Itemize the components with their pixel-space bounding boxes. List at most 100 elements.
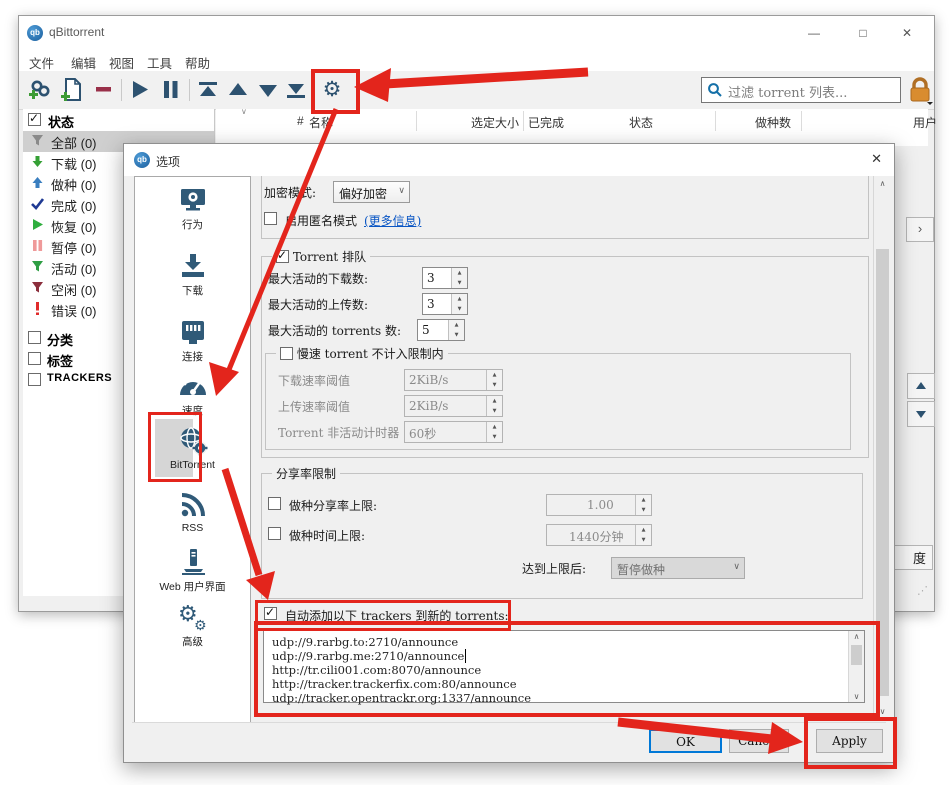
column-name[interactable]: 名称: [309, 114, 333, 131]
scrollbar-thumb[interactable]: [851, 645, 862, 665]
status-section-checkbox[interactable]: [28, 113, 41, 126]
dialog-logo-icon: qb: [134, 152, 150, 168]
error-icon: [31, 302, 44, 315]
encryption-value: 偏好加密: [339, 185, 387, 202]
speedometer-icon: [177, 371, 209, 401]
spinner-arrows: ▲▼: [635, 495, 651, 515]
textarea-scrollbar[interactable]: ∧ ∨: [848, 631, 864, 702]
queueing-checkbox[interactable]: [276, 250, 289, 263]
tracker-url: http://tracker.trackerfix.com:80/announc…: [272, 677, 517, 691]
trackers-checkbox[interactable]: [28, 373, 41, 386]
more-information-link[interactable]: (更多信息): [364, 212, 421, 229]
column-seeds[interactable]: 做种数: [755, 114, 791, 131]
behavior-monitor-icon: [178, 185, 208, 215]
anonymous-mode-checkbox[interactable]: [264, 212, 277, 225]
slow-torrents-checkbox[interactable]: [280, 347, 293, 360]
column-separator: [715, 111, 716, 131]
speed-tab-label: 度: [913, 551, 926, 566]
spin-value: 3: [427, 271, 435, 285]
close-button[interactable]: ✕: [890, 20, 924, 46]
nav-label: Web 用户界面: [135, 579, 250, 594]
options-dialog: qb 选项 ✕ 行为 下载: [123, 143, 895, 763]
pause-button[interactable]: [158, 77, 184, 103]
delete-button[interactable]: [92, 77, 118, 103]
move-down-button[interactable]: [255, 77, 281, 103]
chevron-down-icon: ∨: [398, 186, 405, 196]
torrent-table-header: ∨ # 名称 选定大小 已完成 状态 做种数 用户: [216, 109, 928, 134]
upload-threshold-spinner: 2KiB/s ▲▼: [404, 395, 503, 417]
tags-checkbox[interactable]: [28, 352, 41, 365]
dialog-close-button[interactable]: ✕: [871, 151, 882, 167]
column-completed[interactable]: 已完成: [528, 114, 564, 131]
spinner-arrows[interactable]: ▲▼: [451, 294, 467, 314]
auto-add-trackers-label: 自动添加以下 trackers 到新的 torrents:: [285, 607, 509, 624]
title-bar: qb qBittorrent — □ ✕: [19, 16, 934, 49]
max-torrents-spinner[interactable]: 5 ▲▼: [417, 319, 465, 341]
nav-item-advanced[interactable]: ⚙ ⚙ 高级: [135, 600, 250, 649]
spin-value: 1.00: [587, 498, 614, 512]
seed-ratio-checkbox[interactable]: [268, 497, 281, 510]
scroll-down-icon[interactable]: ∨: [874, 707, 891, 716]
spinner-arrows[interactable]: ▲▼: [448, 320, 464, 340]
search-filter-box[interactable]: 过滤 torrent 列表...: [701, 77, 901, 103]
max-uploads-spinner[interactable]: 3 ▲▼: [422, 293, 468, 315]
resume-button[interactable]: [127, 77, 153, 103]
move-bottom-button[interactable]: [283, 77, 309, 103]
anonymous-mode-label: 启用匿名模式: [285, 212, 357, 229]
menu-bar: 文件 编辑 视图 工具 帮助: [19, 49, 934, 71]
move-up-button[interactable]: [225, 77, 251, 103]
categories-checkbox[interactable]: [28, 331, 41, 344]
column-status[interactable]: 状态: [629, 114, 653, 131]
seed-time-checkbox[interactable]: [268, 527, 281, 540]
maximize-button[interactable]: □: [846, 20, 880, 46]
nav-item-downloads[interactable]: 下载: [135, 251, 250, 298]
dialog-scrollbar[interactable]: ∧ ∨: [873, 176, 891, 719]
scroll-up-button[interactable]: [907, 373, 935, 399]
nav-item-speed[interactable]: 速度: [135, 371, 250, 418]
ethernet-icon: [178, 317, 208, 347]
share-limits-title: 分享率限制: [272, 465, 340, 482]
scrollbar-thumb[interactable]: [876, 249, 889, 696]
nav-item-webui[interactable]: Web 用户界面: [135, 547, 250, 594]
spinner-arrows: ▲▼: [486, 422, 502, 442]
nav-item-rss[interactable]: RSS: [135, 490, 250, 534]
dialog-title: 选项: [156, 153, 180, 170]
nav-item-behavior[interactable]: 行为: [135, 185, 250, 232]
slow-torrents-title-row: 慢速 torrent 不计入限制内: [276, 345, 448, 362]
column-selected-size[interactable]: 选定大小: [471, 114, 519, 131]
spinner-arrows: ▲▼: [486, 396, 502, 416]
add-torrent-link-button[interactable]: [27, 77, 53, 103]
cancel-button[interactable]: Cancel: [729, 729, 789, 753]
column-expander-button[interactable]: ›: [906, 217, 934, 242]
apply-button[interactable]: Apply: [816, 729, 883, 753]
sort-indicator-icon[interactable]: ∨: [241, 107, 247, 116]
nav-item-connection[interactable]: 连接: [135, 317, 250, 364]
spinner-arrows[interactable]: ▲▼: [451, 268, 467, 288]
nav-item-bittorrent[interactable]: BitTorrent: [135, 425, 250, 471]
categories-label: 分类: [47, 330, 73, 349]
trackers-textarea[interactable]: udp://9.rarbg.to:2710/announce udp://9.r…: [263, 630, 865, 703]
download-threshold-label: 下载速率阈值: [278, 372, 350, 389]
tracker-url: http://tr.cili001.com:8070/announce: [272, 663, 481, 677]
scroll-down-button[interactable]: [907, 401, 935, 427]
ok-button[interactable]: OK: [649, 729, 722, 753]
scroll-up-icon[interactable]: ∧: [874, 179, 891, 188]
add-torrent-file-button[interactable]: [59, 77, 85, 103]
options-gear-button[interactable]: ⚙: [319, 77, 345, 103]
minimize-button[interactable]: —: [797, 20, 831, 46]
tracker-url: udp://tracker.opentrackr.org:1337/announ…: [272, 691, 531, 705]
scroll-up-icon[interactable]: ∧: [849, 632, 864, 641]
resize-grip[interactable]: ⋰: [917, 584, 928, 597]
encryption-dropdown[interactable]: 偏好加密 ∨: [333, 181, 410, 203]
scroll-down-icon[interactable]: ∨: [849, 692, 864, 701]
funnel-icon: [31, 281, 44, 294]
inactivity-timer-label: Torrent 非活动计时器: [278, 424, 399, 441]
dialog-title-bar: qb 选项 ✕: [124, 144, 894, 176]
auto-add-trackers-checkbox[interactable]: [264, 607, 277, 620]
tags-label: 标签: [47, 351, 73, 370]
column-number[interactable]: #: [297, 114, 304, 128]
move-top-button[interactable]: [195, 77, 221, 103]
lock-icon[interactable]: [907, 76, 933, 106]
max-downloads-spinner[interactable]: 3 ▲▼: [422, 267, 468, 289]
column-user[interactable]: 用户: [913, 114, 937, 131]
